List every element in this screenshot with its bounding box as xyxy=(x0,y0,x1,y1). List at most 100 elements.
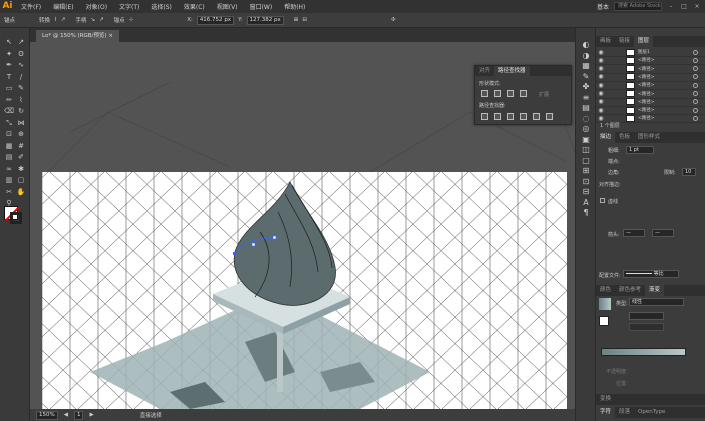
minus-front-icon[interactable] xyxy=(494,90,501,97)
artboard-nav-next[interactable]: ▶ xyxy=(89,412,93,418)
trim-icon[interactable] xyxy=(494,113,501,120)
visibility-icon[interactable]: ◉ xyxy=(596,98,606,105)
selection-tool-icon[interactable]: ↖ xyxy=(4,38,14,47)
menu-item-4[interactable]: 选择(S) xyxy=(145,2,178,11)
minus-back-icon[interactable] xyxy=(546,113,553,120)
eyedropper-tool-icon[interactable]: ✐ xyxy=(16,153,26,162)
shape-builder-tool-icon[interactable]: ⊕ xyxy=(16,130,26,139)
target-icon[interactable] xyxy=(693,74,698,80)
menu-item-6[interactable]: 视图(V) xyxy=(211,2,244,11)
slice-tool-icon[interactable]: ✂ xyxy=(4,188,14,197)
graphic-styles-panel-icon[interactable]: ▣ xyxy=(581,135,591,145)
unite-icon[interactable] xyxy=(481,90,488,97)
handles-icon[interactable]: ↘ xyxy=(90,17,95,23)
paragraph-panel-icon[interactable]: ¶ xyxy=(581,208,591,218)
paintbrush-tool-icon[interactable]: ✎ xyxy=(16,84,26,93)
close-tab-icon[interactable]: × xyxy=(108,33,113,39)
artboard-number[interactable]: 1 xyxy=(73,410,84,420)
menu-item-3[interactable]: 文字(T) xyxy=(113,2,145,11)
stroke-swatch[interactable] xyxy=(10,212,22,224)
y-field[interactable]: 127.382 px xyxy=(246,15,284,25)
menu-item-0[interactable]: 文件(F) xyxy=(15,2,47,11)
visibility-icon[interactable]: ◉ xyxy=(596,57,606,64)
tab-color-guide[interactable]: 颜色参考 xyxy=(615,285,645,296)
shaper-tool-icon[interactable]: ⌇ xyxy=(16,96,26,105)
handles-hide-icon[interactable]: ↗ xyxy=(99,17,104,23)
tab-layers[interactable]: 图层 xyxy=(634,36,654,47)
tab-graphic-styles[interactable]: 图形样式 xyxy=(634,132,664,143)
maximize-icon[interactable]: □ xyxy=(680,3,688,10)
width-tool-icon[interactable]: ⋈ xyxy=(16,119,26,128)
close-icon[interactable]: × xyxy=(693,3,701,10)
line-tool-icon[interactable]: / xyxy=(16,73,26,82)
visibility-icon[interactable]: ◉ xyxy=(596,115,606,122)
tab-links[interactable]: 链接 xyxy=(615,36,634,47)
brushes-panel-icon[interactable]: ✎ xyxy=(581,72,591,82)
document-tab[interactable]: Lo* @ 150% (RGB/预览) × xyxy=(36,30,119,42)
artboard-tool-icon[interactable]: ▢ xyxy=(16,176,26,185)
convert-anchor-icon[interactable]: ⌇ xyxy=(54,17,57,23)
gradient-aspect-field[interactable] xyxy=(629,323,664,331)
convert-smooth-icon[interactable]: ↗ xyxy=(61,17,66,23)
transparency-panel-icon[interactable]: ◌ xyxy=(581,114,591,124)
artboard-nav-prev[interactable]: ◀ xyxy=(64,412,68,418)
tab-stroke[interactable]: 描边 xyxy=(596,132,616,143)
eraser-tool-icon[interactable]: ⌫ xyxy=(4,107,14,116)
appearance-panel-icon[interactable]: ◎ xyxy=(581,124,591,134)
weight-field[interactable]: 1 pt xyxy=(626,146,654,154)
tab-opentype[interactable]: OpenType xyxy=(634,407,669,418)
limit-field[interactable]: 10 xyxy=(682,168,696,176)
dashed-checkbox[interactable] xyxy=(600,198,605,203)
tab-align[interactable]: 对齐 xyxy=(475,66,494,76)
pencil-tool-icon[interactable]: ✏ xyxy=(4,96,14,105)
target-icon[interactable] xyxy=(693,66,698,72)
zoom-tool-icon[interactable]: ⚲ xyxy=(4,199,14,208)
type-tool-icon[interactable]: T xyxy=(4,73,14,82)
magic-wand-tool-icon[interactable]: ✦ xyxy=(4,50,14,59)
menu-item-1[interactable]: 编辑(E) xyxy=(47,2,79,11)
gradient-swatch[interactable] xyxy=(599,298,611,310)
intersect-icon[interactable] xyxy=(507,90,514,97)
tab-artboards[interactable]: 画板 xyxy=(596,36,615,47)
target-icon[interactable] xyxy=(693,99,698,105)
rectangle-tool-icon[interactable]: ▭ xyxy=(4,84,14,93)
target-icon[interactable] xyxy=(693,82,698,88)
menu-item-7[interactable]: 窗口(W) xyxy=(244,2,279,11)
target-icon[interactable] xyxy=(693,57,698,63)
arrow-end-select[interactable]: — xyxy=(652,229,674,237)
align-icon[interactable]: ⊞ xyxy=(294,17,299,23)
gradient-stroke-swatch[interactable] xyxy=(599,316,609,326)
gradient-angle-field[interactable] xyxy=(629,312,664,320)
tab-pathfinder[interactable]: 路径查找器 xyxy=(494,66,530,76)
menu-item-8[interactable]: 帮助(H) xyxy=(278,2,311,11)
outline-icon[interactable] xyxy=(533,113,540,120)
visibility-icon[interactable]: ◉ xyxy=(596,107,606,114)
target-icon[interactable] xyxy=(693,115,698,121)
layers-panel-icon[interactable]: ◫ xyxy=(581,145,591,155)
align-panel-icon[interactable]: ⊞ xyxy=(581,166,591,176)
gradient-tool-icon[interactable]: ▤ xyxy=(4,153,14,162)
direct-selection-tool-icon[interactable]: ↗ xyxy=(16,38,26,47)
x-field[interactable]: 416.752 px xyxy=(196,15,235,25)
symbol-tool-icon[interactable]: ✱ xyxy=(16,165,26,174)
menu-item-2[interactable]: 对象(O) xyxy=(80,2,113,11)
artboards-panel-icon[interactable]: ▢ xyxy=(581,156,591,166)
exclude-icon[interactable] xyxy=(520,90,527,97)
target-icon[interactable] xyxy=(693,91,698,96)
tab-character[interactable]: 字符 xyxy=(596,407,616,418)
color-panel-icon[interactable]: ◐ xyxy=(581,40,591,50)
arrow-start-select[interactable]: — xyxy=(623,229,645,237)
character-panel-icon[interactable]: A xyxy=(581,198,591,208)
tab-transform[interactable]: 变换 xyxy=(596,394,615,405)
curvature-tool-icon[interactable]: ∿ xyxy=(16,61,26,70)
gradient-type-select[interactable]: 线性 xyxy=(629,298,684,306)
scale-tool-icon[interactable]: ⤡ xyxy=(4,119,14,128)
visibility-icon[interactable]: ◉ xyxy=(596,49,606,56)
transform-panel-icon[interactable]: ⊡ xyxy=(581,177,591,187)
divide-icon[interactable] xyxy=(481,113,488,120)
target-icon[interactable] xyxy=(693,49,698,55)
hand-tool-icon[interactable]: ✋ xyxy=(16,188,26,197)
blend-tool-icon[interactable]: ∞ xyxy=(4,165,14,174)
stroke-panel-icon[interactable]: ≡ xyxy=(581,93,591,103)
free-transform-tool-icon[interactable]: ⊡ xyxy=(4,130,14,139)
